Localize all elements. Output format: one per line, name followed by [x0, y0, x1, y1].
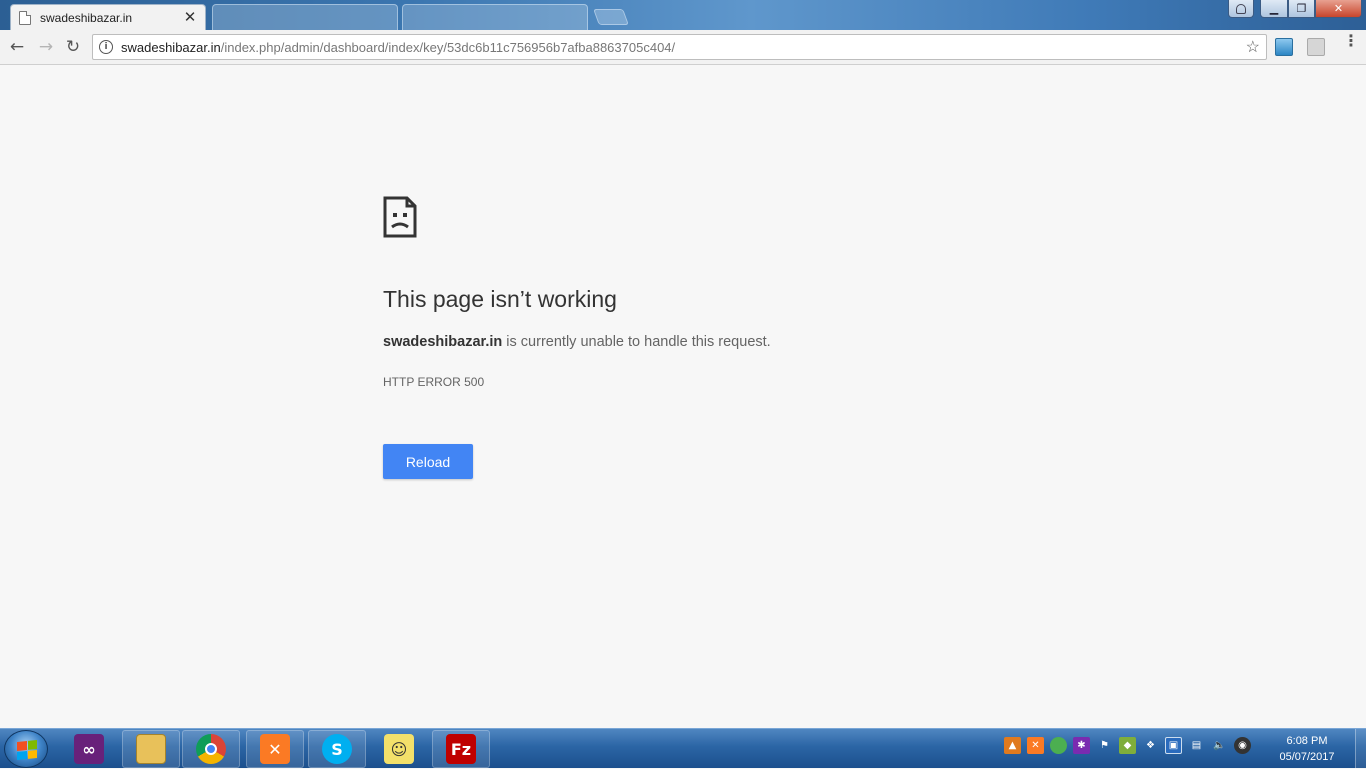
- windows-logo-icon: [17, 739, 37, 761]
- tray-xampp-icon[interactable]: ✕: [1027, 737, 1044, 754]
- action-center-flag-icon[interactable]: ⚑: [1096, 737, 1113, 754]
- url-host: swadeshibazar.in: [121, 39, 221, 55]
- tab-close-icon[interactable]: ✕: [183, 10, 197, 25]
- taskbar-app-file-explorer[interactable]: [122, 730, 180, 768]
- sticky-app-icon: ☺: [384, 734, 414, 764]
- close-window-button[interactable]: ✕: [1315, 0, 1362, 18]
- user-icon: [1236, 3, 1246, 14]
- tray-app-icon[interactable]: ▲: [1004, 737, 1021, 754]
- arrow-right-icon: →: [38, 37, 54, 57]
- page-favicon-icon: [19, 10, 31, 25]
- tray-layers-icon[interactable]: ◆: [1119, 737, 1136, 754]
- reload-icon: ↻: [65, 37, 81, 57]
- new-tab-button[interactable]: [593, 9, 629, 25]
- taskbar-app-visual-studio[interactable]: ∞: [60, 730, 118, 768]
- network-icon[interactable]: ▤: [1188, 737, 1205, 754]
- error-title: This page isn’t working: [383, 286, 617, 312]
- tray-dark-icon[interactable]: ◉: [1234, 737, 1251, 754]
- skype-icon: S: [322, 734, 352, 764]
- bookmark-star-icon[interactable]: ☆: [1246, 37, 1260, 57]
- visual-studio-icon: ∞: [74, 734, 104, 764]
- filezilla-icon: Fz: [446, 734, 476, 764]
- arrow-left-icon: ←: [9, 37, 25, 57]
- browser-toolbar: ← → ↻ i swadeshibazar.in/index.php/admin…: [0, 30, 1366, 65]
- sad-page-icon: [383, 196, 417, 238]
- extension-icon[interactable]: [1275, 38, 1293, 56]
- page-content: This page isn’t working swadeshibazar.in…: [0, 66, 1366, 728]
- taskbar-clock[interactable]: 6:08 PM 05/07/2017: [1272, 733, 1342, 765]
- error-message: swadeshibazar.in is currently unable to …: [383, 334, 771, 350]
- error-code: HTTP ERROR 500: [383, 375, 485, 389]
- pdf-extension-icon[interactable]: [1307, 38, 1325, 56]
- reload-button[interactable]: ↻: [60, 35, 86, 59]
- tab-title: swadeshibazar.in: [40, 10, 133, 25]
- chrome-icon: [196, 734, 226, 764]
- error-message-text: is currently unable to handle this reque…: [502, 334, 771, 350]
- xampp-icon: ✕: [260, 734, 290, 764]
- error-host: swadeshibazar.in: [383, 334, 503, 350]
- taskbar-app-xampp[interactable]: ✕: [246, 730, 304, 768]
- tray-purple-icon[interactable]: ✱: [1073, 737, 1090, 754]
- file-explorer-icon: [136, 734, 166, 764]
- clock-time: 6:08 PM: [1286, 735, 1328, 747]
- minimize-button[interactable]: ▁: [1260, 0, 1288, 18]
- start-button[interactable]: [4, 730, 48, 768]
- url-path: /index.php/admin/dashboard/index/key/53d…: [220, 39, 676, 55]
- reload-page-button[interactable]: Reload: [383, 444, 473, 479]
- clock-date: 05/07/2017: [1279, 751, 1335, 763]
- taskbar-app-chrome[interactable]: [182, 730, 240, 768]
- restore-button[interactable]: ❐: [1288, 0, 1315, 18]
- taskbar-app-filezilla[interactable]: Fz: [432, 730, 490, 768]
- dropbox-icon[interactable]: ❖: [1142, 737, 1159, 754]
- site-info-icon[interactable]: i: [99, 40, 113, 54]
- system-tray: ▲ ✕ ✱ ⚑ ◆ ❖ ▣ ▤ 🔈 ◉: [1004, 737, 1251, 754]
- volume-icon[interactable]: 🔈: [1211, 737, 1228, 754]
- windows-taskbar: ∞ ✕ S ☺ Fz ▲ ✕ ✱ ⚑ ◆ ❖ ▣ ▤ 🔈 ◉ 6:08 PM 0…: [0, 728, 1366, 769]
- back-button[interactable]: ←: [4, 35, 30, 59]
- menu-kebab-icon[interactable]: ⋮: [1343, 33, 1359, 56]
- forward-button[interactable]: →: [33, 35, 59, 59]
- tray-green-icon[interactable]: [1050, 737, 1067, 754]
- browser-title-bar: swadeshibazar.in ✕ ▁ ❐ ✕: [0, 0, 1366, 30]
- taskbar-app-sticky[interactable]: ☺: [370, 730, 428, 768]
- taskbar-app-skype[interactable]: S: [308, 730, 366, 768]
- profile-button[interactable]: [1228, 0, 1254, 18]
- tray-monitor-icon[interactable]: ▣: [1165, 737, 1182, 754]
- tab-background[interactable]: [402, 4, 588, 30]
- address-bar[interactable]: i swadeshibazar.in/index.php/admin/dashb…: [92, 34, 1267, 60]
- tab-active[interactable]: swadeshibazar.in ✕: [10, 4, 206, 30]
- show-desktop-button[interactable]: [1355, 729, 1366, 769]
- tab-background[interactable]: [212, 4, 398, 30]
